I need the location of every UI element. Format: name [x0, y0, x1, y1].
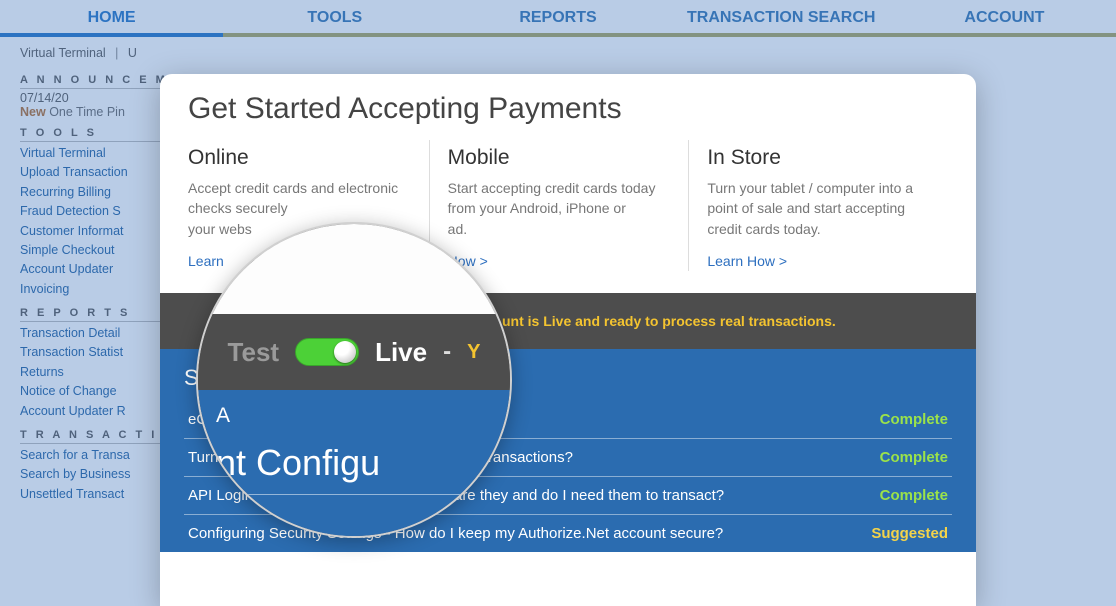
- status-msg: unt is Live and ready to process real tr…: [502, 313, 836, 329]
- toggle-knob-icon: [334, 341, 356, 363]
- magnifier-config: A nt Configu: [198, 390, 510, 536]
- col-instore: In Store Turn your tablet / computer int…: [688, 140, 948, 271]
- magnifier-statusbar: Test Live - Y: [198, 314, 510, 390]
- col-mobile-h: Mobile: [448, 146, 671, 170]
- magnifier: Test Live - Y A nt Configu: [196, 222, 512, 538]
- toggle-label-test: Test: [228, 337, 280, 368]
- magnifier-top: [198, 224, 510, 314]
- toggle-label-live: Live: [375, 337, 427, 368]
- mag-config-hdr: A: [216, 404, 492, 428]
- col-instore-h: In Store: [707, 146, 930, 170]
- test-live-toggle[interactable]: [295, 338, 359, 366]
- col-instore-learn[interactable]: Learn How >: [707, 253, 787, 269]
- card-title: Get Started Accepting Payments: [160, 74, 976, 140]
- col-mobile-p: Start accepting credit cards today from …: [448, 178, 671, 219]
- mag-config-row: nt Configu: [216, 442, 492, 495]
- mag-status-y: Y: [467, 341, 480, 364]
- step-0-status: Complete: [880, 411, 948, 428]
- step-1-status: Complete: [880, 449, 948, 466]
- col-instore-p: Turn your tablet / computer into a point…: [707, 178, 930, 239]
- step-3-status: Suggested: [871, 525, 948, 542]
- step-2-status: Complete: [880, 487, 948, 504]
- col-online-h: Online: [188, 146, 411, 170]
- col-online-p: Accept credit cards and electronic check…: [188, 178, 411, 219]
- toggle-dash: -: [443, 338, 451, 366]
